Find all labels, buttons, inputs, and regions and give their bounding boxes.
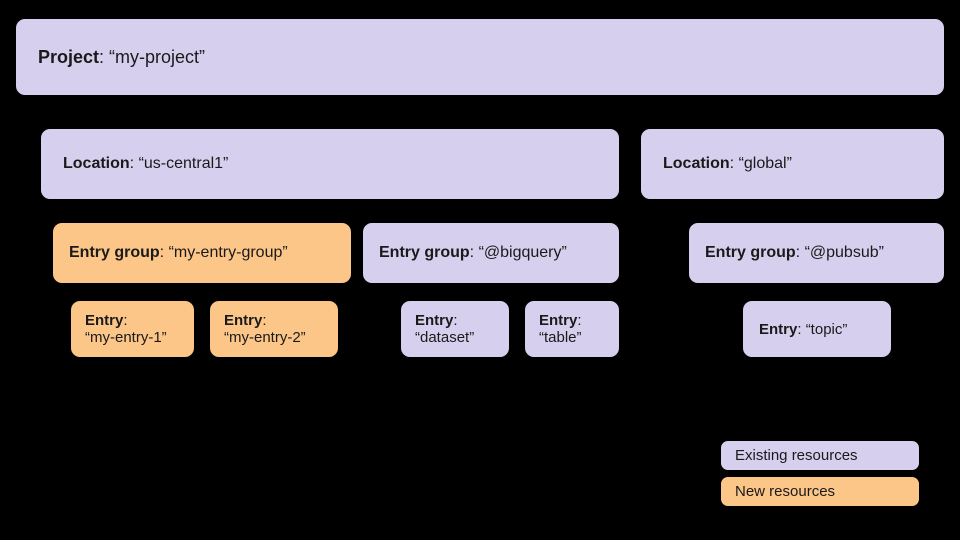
colon: : (123, 312, 127, 329)
entry-box-my-entry-1: Entry: “my-entry-1” (70, 300, 195, 358)
entry-label: Entry (759, 321, 797, 338)
colon: : (470, 244, 479, 262)
project-value: “my-project” (109, 47, 205, 68)
project-label: Project (38, 47, 99, 68)
legend-existing: Existing resources (720, 440, 920, 471)
entry-label: Entry (224, 312, 262, 329)
entry-label: Entry (85, 312, 123, 329)
entry-box-my-entry-2: Entry: “my-entry-2” (209, 300, 339, 358)
location-value: “global” (739, 155, 792, 173)
entry-box-table: Entry: “table” (524, 300, 620, 358)
entry-group-box-pubsub: Entry group: “@pubsub” (688, 222, 945, 284)
entry-box-topic: Entry: “topic” (742, 300, 892, 358)
entry-group-label: Entry group (705, 244, 796, 262)
entry-value: “my-entry-2” (224, 329, 306, 346)
entry-label-line: Entry: (224, 312, 267, 329)
location-box-global: Location: “global” (640, 128, 945, 200)
entry-group-value: “@bigquery” (479, 244, 567, 262)
entry-value: “table” (539, 329, 582, 346)
entry-label-line: Entry: (85, 312, 128, 329)
entry-label-line: Entry: (415, 312, 458, 329)
colon: : (160, 244, 169, 262)
project-box: Project: “my-project” (15, 18, 945, 96)
entry-group-value: “@pubsub” (805, 244, 884, 262)
entry-group-value: “my-entry-group” (169, 244, 288, 262)
legend-new-label: New resources (735, 483, 835, 500)
colon: : (130, 155, 139, 173)
colon: : (262, 312, 266, 329)
location-value: “us-central1” (139, 155, 229, 173)
colon: : (577, 312, 581, 329)
location-label: Location (63, 155, 130, 173)
colon: : (453, 312, 457, 329)
colon: : (730, 155, 739, 173)
entry-label: Entry (415, 312, 453, 329)
entry-label: Entry (539, 312, 577, 329)
legend-existing-label: Existing resources (735, 447, 858, 464)
legend-new: New resources (720, 476, 920, 507)
entry-value: “topic” (806, 321, 848, 338)
entry-label-line: Entry: (539, 312, 582, 329)
entry-group-label: Entry group (69, 244, 160, 262)
colon: : (99, 47, 109, 68)
colon: : (797, 321, 805, 338)
entry-value: “dataset” (415, 329, 474, 346)
location-label: Location (663, 155, 730, 173)
entry-box-dataset: Entry: “dataset” (400, 300, 510, 358)
location-box-us-central1: Location: “us-central1” (40, 128, 620, 200)
entry-value: “my-entry-1” (85, 329, 167, 346)
entry-group-box-my-entry-group: Entry group: “my-entry-group” (52, 222, 352, 284)
colon: : (796, 244, 805, 262)
entry-group-box-bigquery: Entry group: “@bigquery” (362, 222, 620, 284)
entry-group-label: Entry group (379, 244, 470, 262)
